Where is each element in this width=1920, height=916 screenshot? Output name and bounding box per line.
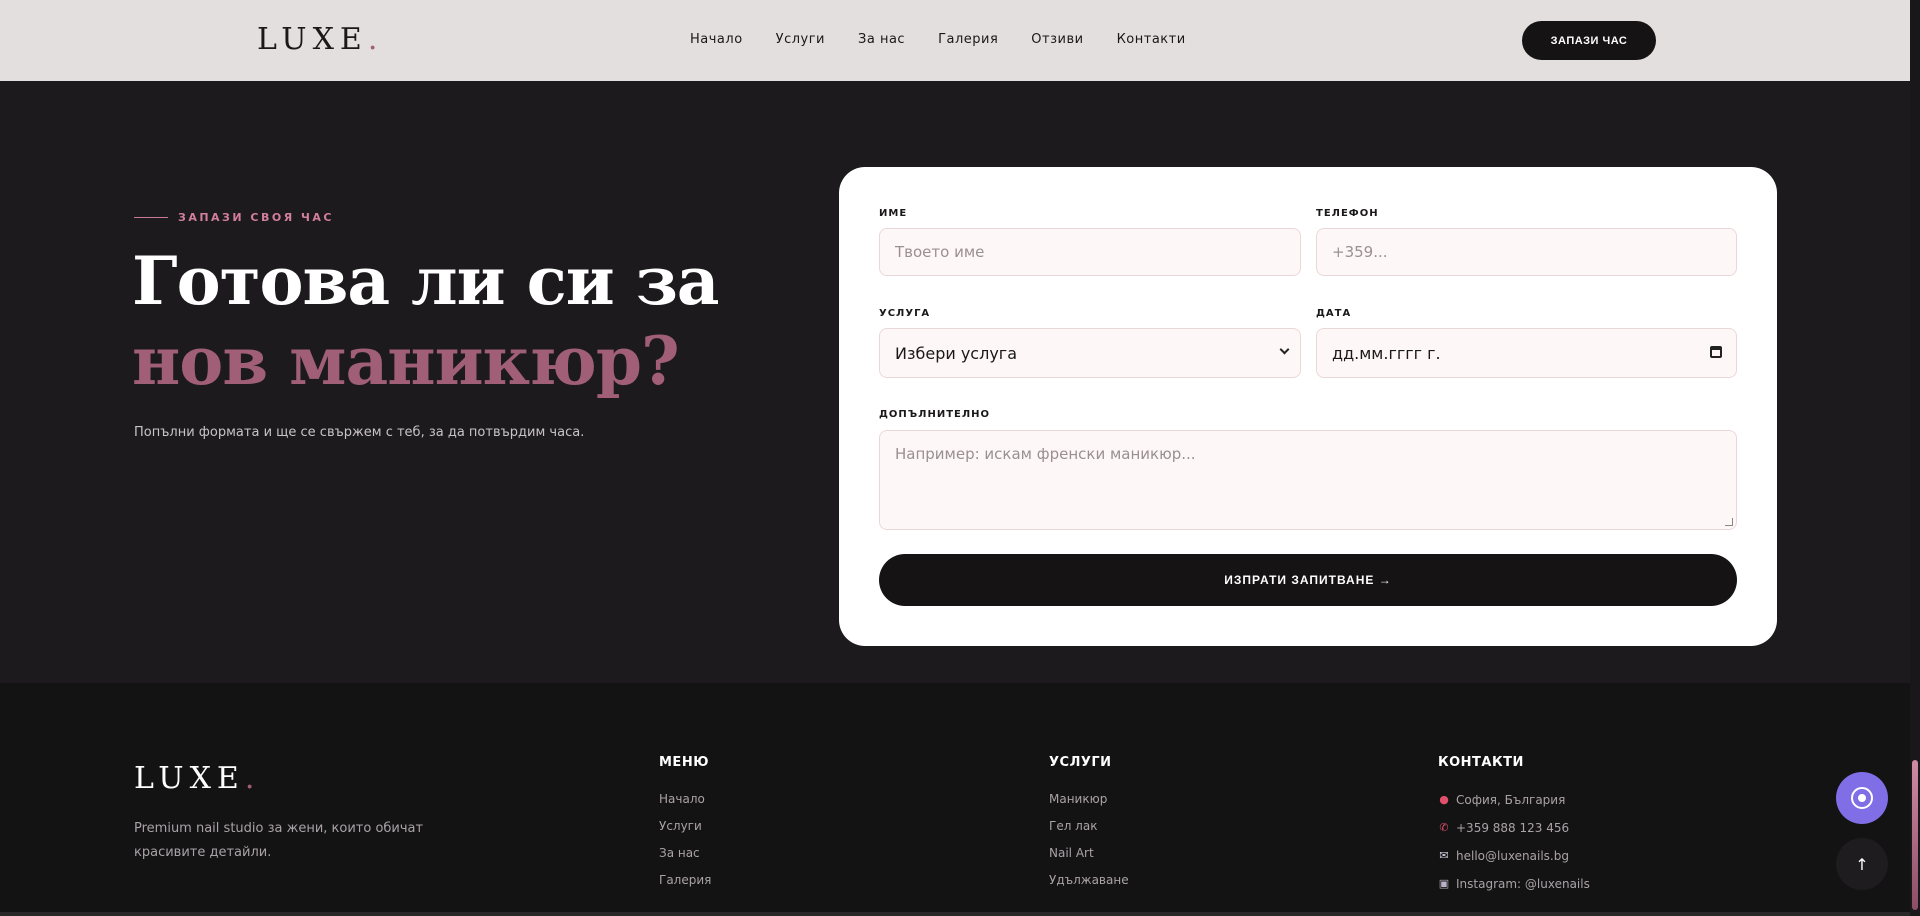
phone-icon: ✆ <box>1439 821 1449 834</box>
service-label: УСЛУГА <box>879 308 931 319</box>
nav-link-contacts[interactable]: Контакти <box>1117 32 1186 47</box>
mail-icon: ✉ <box>1439 849 1449 862</box>
chevron-down-icon <box>1279 344 1290 355</box>
footer-services-title: УСЛУГИ <box>1049 755 1112 770</box>
footer-menu-title: МЕНЮ <box>659 755 709 770</box>
service-select[interactable]: Избери услуга <box>879 328 1301 378</box>
contact-phone[interactable]: ✆ +359 888 123 456 <box>1438 814 1590 842</box>
main-menu: Начало Услуги За нас Галерия Отзиви Конт… <box>690 32 1186 47</box>
contact-address: ● София, България <box>1438 786 1590 814</box>
extra-label: ДОПЪЛНИТЕЛНО <box>879 409 991 420</box>
date-placeholder: дд.мм.гггг г. <box>1332 343 1441 363</box>
footer-service-manicure[interactable]: Маникюр <box>1049 786 1129 813</box>
eyebrow-text: ЗАПАЗИ СВОЯ ЧАС <box>178 211 334 224</box>
contact-instagram-text: Instagram: @luxenails <box>1456 877 1590 891</box>
logo-text: LUXE <box>257 22 368 57</box>
footer-logo[interactable]: LUXE. <box>134 761 260 796</box>
footer: LUXE. Premium nail studio за жени, които… <box>0 683 1910 916</box>
logo-dot: . <box>367 22 384 57</box>
bottom-divider <box>0 912 1910 916</box>
footer-link-home[interactable]: Начало <box>659 786 711 813</box>
section-title: Готова ли си за нов маникюр? <box>132 241 720 401</box>
footer-service-gel[interactable]: Гел лак <box>1049 813 1129 840</box>
eyebrow-line <box>134 217 168 218</box>
footer-logo-dot: . <box>244 761 261 796</box>
section-eyebrow: ЗАПАЗИ СВОЯ ЧАС <box>134 211 334 224</box>
name-input[interactable]: Твоето име <box>879 228 1301 276</box>
footer-link-gallery[interactable]: Галерия <box>659 867 711 894</box>
footer-link-services[interactable]: Услуги <box>659 813 711 840</box>
footer-service-nail-art[interactable]: Nail Art <box>1049 840 1129 867</box>
phone-placeholder: +359... <box>1332 243 1388 261</box>
phone-input[interactable]: +359... <box>1316 228 1737 276</box>
scrollbar-thumb[interactable] <box>1912 760 1918 910</box>
booking-form-card: ИМЕ Твоето име ТЕЛЕФОН +359... УСЛУГА Из… <box>839 167 1777 646</box>
contact-email[interactable]: ✉ hello@luxenails.bg <box>1438 842 1590 870</box>
footer-link-about[interactable]: За нас <box>659 840 711 867</box>
nav-link-home[interactable]: Начало <box>690 32 743 47</box>
scroll-to-top-button[interactable]: ↑ <box>1836 838 1888 890</box>
footer-contacts-title: КОНТАКТИ <box>1438 755 1524 770</box>
contact-address-text: София, България <box>1456 793 1566 807</box>
resize-handle-icon[interactable] <box>1725 518 1733 526</box>
name-placeholder: Твоето име <box>895 243 985 261</box>
phone-label: ТЕЛЕФОН <box>1316 208 1379 219</box>
service-selected: Избери услуга <box>895 343 1017 363</box>
contact-instagram[interactable]: ▣ Instagram: @luxenails <box>1438 870 1590 898</box>
section-lead: Попълни формата и ще се свържем с теб, з… <box>134 425 585 440</box>
footer-contacts-column: КОНТАКТИ ● София, България ✆ +359 888 12… <box>1438 755 1590 898</box>
extra-textarea[interactable]: Например: искам френски маникюр... <box>879 430 1737 530</box>
nav-link-about[interactable]: За нас <box>858 32 905 47</box>
nav-link-gallery[interactable]: Галерия <box>938 32 998 47</box>
title-line-1: Готова ли си за <box>132 242 720 320</box>
submit-request-button[interactable]: ИЗПРАТИ ЗАПИТВАНЕ → <box>879 554 1737 606</box>
contact-phone-text: +359 888 123 456 <box>1456 821 1570 835</box>
date-label: ДАТА <box>1316 308 1352 319</box>
date-input[interactable]: дд.мм.гггг г. <box>1316 328 1737 378</box>
footer-logo-text: LUXE <box>134 761 245 796</box>
booking-section: ЗАПАЗИ СВОЯ ЧАС Готова ли си за нов мани… <box>0 81 1910 683</box>
calendar-icon[interactable] <box>1710 346 1722 358</box>
nav-link-reviews[interactable]: Отзиви <box>1031 32 1083 47</box>
nav-link-services[interactable]: Услуги <box>776 32 825 47</box>
footer-service-extension[interactable]: Удължаване <box>1049 867 1129 894</box>
pin-icon: ● <box>1439 793 1449 806</box>
footer-description: Premium nail studio за жени, които обича… <box>134 821 424 860</box>
name-label: ИМЕ <box>879 208 908 219</box>
logo[interactable]: LUXE. <box>257 22 383 57</box>
footer-menu-column: МЕНЮ Начало Услуги За нас Галерия <box>659 755 711 894</box>
instagram-icon: ▣ <box>1438 877 1450 890</box>
book-appointment-button[interactable]: ЗАПАЗИ ЧАС <box>1522 21 1656 60</box>
arrow-up-icon: ↑ <box>1855 854 1869 874</box>
extra-placeholder: Например: искам френски маникюр... <box>895 445 1196 463</box>
contact-email-text: hello@luxenails.bg <box>1456 849 1569 863</box>
chat-button[interactable] <box>1836 772 1888 824</box>
page-scrollbar[interactable] <box>1910 0 1920 916</box>
footer-services-column: УСЛУГИ Маникюр Гел лак Nail Art Удължава… <box>1049 755 1129 894</box>
chat-icon <box>1851 787 1873 809</box>
title-line-2: нов маникюр? <box>132 322 680 400</box>
top-navbar: LUXE. Начало Услуги За нас Галерия Отзив… <box>0 0 1910 81</box>
